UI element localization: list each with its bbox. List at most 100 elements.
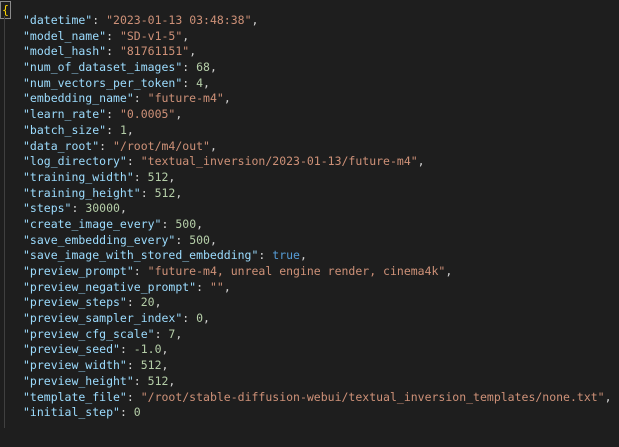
open-brace: { (0, 1, 11, 19)
colon: : (161, 216, 176, 231)
json-key: "num_of_dataset_images" (23, 60, 183, 75)
json-key: "preview_seed" (23, 342, 120, 357)
json-value: "81761151" (119, 44, 190, 59)
colon: : (133, 91, 148, 106)
trailing-punctuation: , (168, 373, 176, 388)
json-key: "training_height" (23, 185, 141, 200)
code-line: "num_vectors_per_token": 4, (23, 76, 612, 92)
json-value: "SD-v1-5" (119, 28, 183, 43)
colon: : (258, 248, 273, 263)
colon: : (133, 373, 148, 388)
json-key: "num_vectors_per_token" (23, 75, 183, 90)
code-line: "training_width": 512, (23, 170, 612, 186)
json-value: 30000 (85, 201, 120, 216)
json-value: 0 (133, 405, 141, 420)
json-key: "batch_size" (23, 122, 107, 137)
json-value: 500 (175, 216, 197, 231)
colon: : (106, 44, 120, 59)
trailing-punctuation: , (203, 311, 210, 326)
code-line: "save_embedding_every": 500, (23, 233, 612, 249)
code-line: "embedding_name": "future-m4", (23, 91, 612, 107)
json-key: "data_root" (23, 138, 100, 153)
code-line: "num_of_dataset_images": 68, (23, 60, 612, 76)
code-line: "batch_size": 1, (23, 123, 612, 139)
colon: : (106, 28, 120, 43)
json-key: "preview_cfg_scale" (23, 326, 155, 341)
json-value: "future-m4, unreal engine render, cinema… (147, 264, 446, 278)
json-key: "preview_prompt" (23, 264, 134, 278)
json-value: "textual_inversion/2023-01-13/future-m4" (140, 154, 418, 169)
code-line: "preview_cfg_scale": 7, (23, 327, 612, 343)
code-line: "log_directory": "textual_inversion/2023… (23, 154, 612, 170)
json-value: 512 (140, 358, 162, 373)
trailing-punctuation: , (445, 264, 453, 278)
code-line: "datetime": "2023-01-13 03:48:38", (23, 13, 612, 29)
indent-guide (4, 16, 5, 428)
code-line: "save_image_with_stored_embedding": true… (23, 248, 612, 264)
json-value: -1.0 (133, 342, 162, 357)
json-key: "preview_negative_prompt" (23, 279, 197, 294)
json-value: "future-m4" (147, 91, 224, 106)
json-value: "2023-01-13 03:48:38" (106, 13, 252, 27)
trailing-punctuation: , (119, 201, 127, 216)
colon: : (196, 279, 210, 294)
trailing-punctuation: , (223, 91, 231, 106)
json-lines: "datetime": "2023-01-13 03:48:38", "model… (23, 13, 612, 421)
colon: : (119, 342, 134, 357)
code-line: "preview_steps": 20, (23, 295, 612, 311)
json-value: "0.0005" (119, 107, 176, 122)
json-value: 68 (196, 60, 210, 75)
json-value: 512 (154, 185, 176, 200)
code-line: "data_root": "/root/m4/out", (23, 139, 612, 155)
json-key: "preview_width" (23, 358, 127, 373)
json-value: "/root/stable-diffusion-webui/textual_in… (140, 389, 605, 404)
trailing-punctuation: , (161, 342, 169, 357)
colon: : (126, 358, 141, 373)
json-key: "template_file" (23, 389, 127, 404)
json-key: "save_embedding_every" (23, 232, 176, 247)
colon: : (175, 232, 190, 247)
trailing-punctuation: , (175, 185, 183, 200)
colon: : (99, 138, 114, 153)
json-key: "model_name" (23, 28, 107, 43)
colon: : (119, 405, 134, 420)
trailing-punctuation: , (168, 169, 176, 184)
trailing-punctuation: , (209, 138, 217, 153)
trailing-punctuation: , (299, 248, 307, 263)
trailing-punctuation: , (196, 216, 204, 231)
json-key: "create_image_every" (23, 216, 162, 231)
trailing-punctuation: , (209, 60, 217, 75)
code-line: "preview_negative_prompt": "", (23, 280, 612, 296)
code-editor[interactable]: { "datetime": "2023-01-13 03:48:38", "mod… (0, 0, 619, 447)
colon: : (140, 185, 155, 200)
trailing-punctuation: , (182, 28, 190, 43)
json-value: 512 (147, 169, 169, 184)
code-line: "preview_prompt": "future-m4, unreal eng… (23, 264, 612, 280)
trailing-punctuation: , (604, 389, 612, 404)
json-key: "model_hash" (23, 44, 107, 59)
json-value: "/root/m4/out" (113, 138, 210, 153)
colon: : (182, 60, 197, 75)
json-key: "preview_sampler_index" (23, 311, 183, 326)
code-line: "preview_seed": -1.0, (23, 342, 612, 358)
trailing-punctuation: , (175, 107, 183, 122)
colon: : (154, 326, 169, 341)
json-key: "steps" (23, 201, 72, 216)
code-line: "model_hash": "81761151", (23, 44, 612, 60)
code-line: "preview_width": 512, (23, 358, 612, 374)
colon: : (71, 201, 86, 216)
colon: : (182, 75, 197, 90)
json-key: "learn_rate" (23, 107, 107, 122)
trailing-punctuation: , (154, 295, 162, 310)
colon: : (126, 389, 141, 404)
json-key: "embedding_name" (23, 91, 134, 106)
json-value: 20 (140, 295, 155, 310)
json-key: "save_image_with_stored_embedding" (23, 248, 259, 263)
json-value: 512 (147, 373, 169, 388)
code-line: "template_file": "/root/stable-diffusion… (23, 390, 612, 406)
trailing-punctuation: , (223, 279, 231, 294)
trailing-punctuation: , (161, 358, 169, 373)
json-value: 0 (196, 311, 204, 326)
trailing-punctuation: , (126, 122, 134, 137)
code-line: "preview_height": 512, (23, 374, 612, 390)
